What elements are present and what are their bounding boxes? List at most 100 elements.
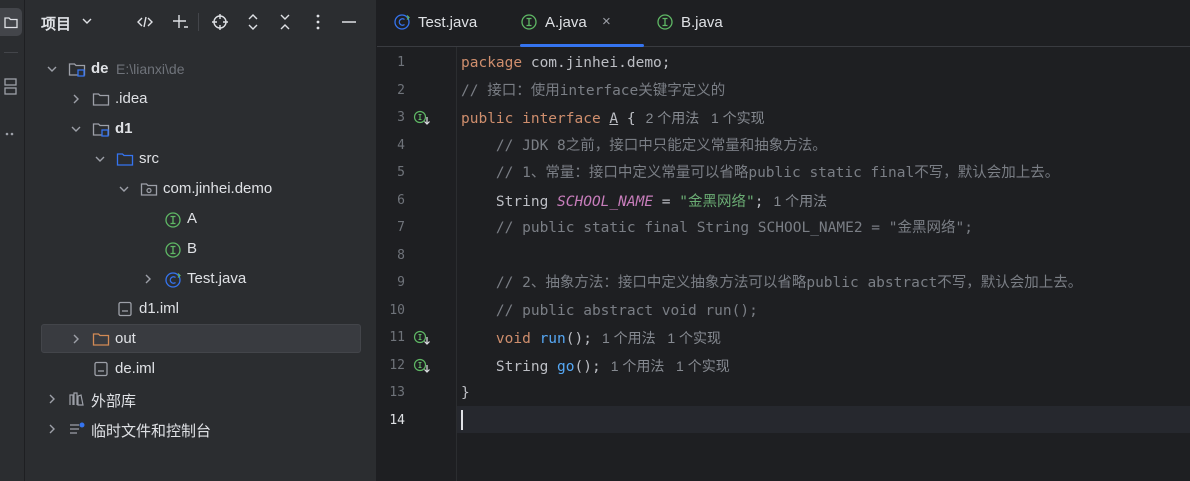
gutter-line: 13 xyxy=(377,380,457,407)
tree-item-path: E:\lianxi\de xyxy=(116,61,185,77)
code-line[interactable]: String SCHOOL_NAME = "金黑网络"; 1 个用法 xyxy=(461,188,827,215)
plus-icon xyxy=(173,15,188,28)
code-line[interactable]: // public abstract void run(); xyxy=(461,298,758,325)
code-line[interactable]: // 接口：使用interface关键字定义的 xyxy=(461,78,725,105)
code-token: (); xyxy=(574,358,601,375)
inlay-usage-hint[interactable]: 1 个用法 xyxy=(773,193,827,209)
tab-label: Test.java xyxy=(418,14,478,31)
more-dots-icon xyxy=(5,132,14,136)
code-line[interactable]: public interface A {2 个用法 1 个实现 xyxy=(461,105,765,132)
tree-item[interactable]: de E:\lianxi\de xyxy=(25,54,376,84)
code-token: { xyxy=(618,111,636,127)
code-line[interactable]: // JDK 8之前，接口中只能定义常量和抽象方法。 xyxy=(461,133,827,160)
code-token: // JDK 8之前，接口中只能定义常量和抽象方法。 xyxy=(461,137,827,154)
gutter-line: 8 xyxy=(377,243,457,270)
inlay-usage-hint[interactable]: 2 个用法 1 个实现 xyxy=(646,110,765,126)
tree-item-label: 临时文件和控制台 xyxy=(91,423,212,440)
module-folder-icon xyxy=(68,61,86,77)
code-token: A xyxy=(609,111,619,127)
code-line[interactable]: package com.jinhei.demo; xyxy=(461,50,671,77)
tree-item[interactable]: d1 xyxy=(25,114,376,144)
editor-tabs: Test.java A.java × B.java xyxy=(377,0,1190,47)
chevron-right-icon[interactable] xyxy=(45,392,59,406)
tree-item[interactable]: de.iml xyxy=(25,354,376,384)
chevron-down-icon[interactable] xyxy=(93,152,107,166)
structure-tool-button[interactable] xyxy=(0,72,22,100)
project-tool-button[interactable] xyxy=(0,8,22,36)
more-tools-button[interactable] xyxy=(0,120,22,148)
code-line[interactable]: // public static final String SCHOOL_NAM… xyxy=(461,215,973,242)
editor-tab[interactable]: B.java xyxy=(656,0,746,46)
tree-item[interactable]: B xyxy=(25,234,376,264)
implemented-icon[interactable] xyxy=(413,358,431,374)
tree-item[interactable]: 临时文件和控制台 xyxy=(25,414,376,444)
code-token: // 接口：使用interface关键字定义的 xyxy=(461,82,726,99)
inlay-usage-hint[interactable]: 1 个用法 1 个实现 xyxy=(602,330,721,346)
minimize-icon xyxy=(342,21,356,23)
code-token: } xyxy=(461,385,470,401)
chevron-right-icon[interactable] xyxy=(45,422,59,436)
code-line[interactable]: String go(); 1 个用法 1 个实现 xyxy=(461,353,730,380)
code-token: "金黑网络" xyxy=(679,193,755,210)
vertical-dots-icon xyxy=(316,14,320,30)
structure-icon xyxy=(4,78,17,95)
collapse-all-icon xyxy=(280,14,290,30)
tree-item-label: out xyxy=(115,330,136,347)
strip-separator xyxy=(4,52,18,53)
tree-item[interactable]: d1.iml xyxy=(25,294,376,324)
module-folder-icon xyxy=(92,121,110,137)
gutter-line: 9 xyxy=(377,270,457,297)
project-tree: de E:\lianxi\de .idea d1 src com.jinhei.demo A… xyxy=(25,54,376,444)
chevron-down-icon[interactable] xyxy=(69,122,83,136)
chevron-right-icon[interactable] xyxy=(69,332,83,346)
chevron-down-icon[interactable] xyxy=(117,182,131,196)
editor-tab[interactable]: A.java × xyxy=(520,0,644,47)
code-token: String xyxy=(461,358,558,375)
tree-item[interactable]: A xyxy=(25,204,376,234)
collapse-all-button[interactable] xyxy=(275,12,295,32)
project-panel: 项目 de E:\lianxi\de .idea d1 src com.jinhei.de… xyxy=(25,0,376,481)
chevron-right-icon[interactable] xyxy=(141,272,155,286)
code-token: String xyxy=(461,193,558,210)
gutter-line: 5 xyxy=(377,160,457,187)
folder-icon xyxy=(92,91,110,107)
gutter-line: 6 xyxy=(377,188,457,215)
implemented-icon[interactable] xyxy=(413,330,431,346)
tree-item[interactable]: src xyxy=(25,144,376,174)
code-line[interactable]: void run(); 1 个用法 1 个实现 xyxy=(461,325,721,352)
line-number: 11 xyxy=(389,330,405,345)
line-number: 4 xyxy=(397,137,405,153)
code-line[interactable]: } xyxy=(461,380,470,407)
options-button[interactable] xyxy=(308,12,328,32)
code-token: public interface xyxy=(461,111,610,127)
tree-item-label: d1 xyxy=(115,120,133,137)
tree-item-label: B xyxy=(187,240,198,257)
gutter-line: 3 xyxy=(377,105,457,132)
code-line[interactable]: // 1、常量：接口中定义常量可以省略public static final不写… xyxy=(461,160,1059,187)
tool-window-strip xyxy=(0,0,25,481)
inlay-usage-hint[interactable]: 1 个用法 1 个实现 xyxy=(611,358,730,374)
implemented-icon[interactable] xyxy=(413,110,431,126)
code-line[interactable]: // 2、抽象方法：接口中定义抽象方法可以省略public abstract不写… xyxy=(461,270,1082,297)
tree-item[interactable]: com.jinhei.demo xyxy=(25,174,376,204)
code-token: go xyxy=(557,358,575,375)
line-number: 13 xyxy=(389,385,405,400)
line-number: 7 xyxy=(397,220,405,235)
chevron-down-icon[interactable] xyxy=(45,62,59,76)
scratches-icon xyxy=(68,421,86,437)
expand-all-button[interactable] xyxy=(243,12,263,32)
editor-tab[interactable]: Test.java xyxy=(393,0,511,46)
chevron-right-icon[interactable] xyxy=(69,92,83,106)
select-opened-file-button[interactable] xyxy=(135,12,155,32)
tree-item[interactable]: Test.java xyxy=(25,264,376,294)
tree-item[interactable]: 外部库 xyxy=(25,384,376,414)
new-item-button[interactable] xyxy=(170,12,190,32)
tree-item[interactable]: out xyxy=(25,324,376,354)
project-title[interactable]: 项目 xyxy=(41,13,71,34)
hide-panel-button[interactable] xyxy=(339,12,359,32)
locate-button[interactable] xyxy=(210,12,230,32)
tree-item[interactable]: .idea xyxy=(25,84,376,114)
close-tab-icon[interactable]: × xyxy=(602,13,611,30)
package-icon xyxy=(140,181,158,197)
chevron-down-icon[interactable] xyxy=(80,14,94,28)
